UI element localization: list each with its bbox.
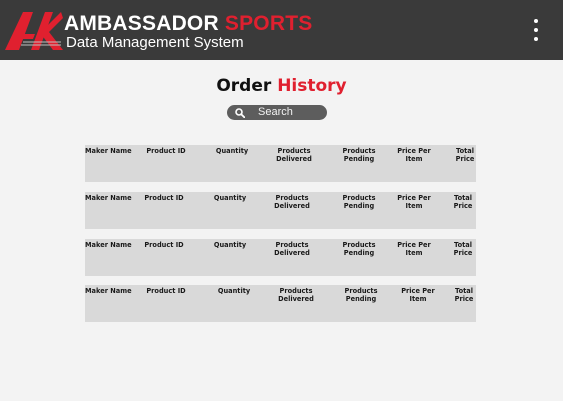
page-title-accent: History [277,76,347,96]
brand-accent: SPORTS [224,12,313,35]
price-per-item-label: Price Per Item [398,287,438,303]
total-price-label-line: Total [455,147,474,155]
quantity-label: Quantity [209,194,251,202]
products-pending-label-line: Products [344,287,378,295]
total-price-label: Total Price [451,147,479,163]
products-pending-label: Products Pending [337,194,381,210]
total-price-label-line: Price [454,295,474,303]
price-per-item-label-line: Item [409,295,427,303]
products-pending-label-line: Pending [345,295,377,303]
price-per-item-label-line: Item [405,202,423,210]
total-price-label-line: Total [453,194,472,202]
maker-name-label-line: Maker Name [85,194,132,202]
products-delivered-label-line: Delivered [276,155,312,163]
brand-name: AMBASSADOR SPORTS [64,13,312,35]
products-pending-label-line: Pending [343,249,375,257]
price-per-item-label: Price Per Item [394,241,434,257]
price-per-item-label: Price Per Item [394,194,434,210]
price-per-item-label-line: Item [405,155,423,163]
total-price-label-line: Price [453,202,473,210]
total-price-label-line: Total [453,241,472,249]
brand-tagline: Data Management System [66,34,244,51]
price-per-item-label-line: Price Per [397,147,431,155]
search-input[interactable] [258,105,318,120]
products-pending-label-line: Products [342,147,376,155]
products-pending-label-line: Pending [343,202,375,210]
products-delivered-label-line: Delivered [274,202,310,210]
search-bar[interactable] [227,105,327,120]
quantity-label: Quantity [213,287,255,295]
products-delivered-label-line: Delivered [274,249,310,257]
price-per-item-label: Price Per Item [394,147,434,163]
product-id-label: Product ID [143,147,189,155]
search-icon [235,107,245,118]
products-pending-label: Products Pending [337,241,381,257]
quantity-label-line: Quantity [213,241,247,249]
product-id-label: Product ID [143,287,189,295]
products-delivered-label: Products Delivered [272,147,316,163]
products-pending-label-line: Products [342,194,376,202]
brand-main: AMBASSADOR [64,12,219,35]
price-per-item-label-line: Price Per [397,194,431,202]
quantity-label-line: Quantity [217,287,251,295]
maker-name-label: Maker Name [85,147,135,155]
products-delivered-label-line: Products [277,147,311,155]
products-delivered-label: Products Delivered [274,287,318,303]
menu-dot [534,28,538,32]
products-delivered-label-line: Delivered [278,295,314,303]
maker-name-label-line: Maker Name [85,287,132,295]
product-id-label-line: Product ID [144,241,184,249]
products-delivered-label-line: Products [275,194,309,202]
maker-name-label-line: Maker Name [85,241,132,249]
products-pending-label: Products Pending [337,147,381,163]
order-row[interactable]: Maker Name Product ID Quantity Products Deli… [85,145,476,182]
page-title-main: Order [216,76,272,96]
maker-name-label: Maker Name [85,241,135,249]
order-row[interactable]: Maker Name Product ID Quantity Products Deli… [85,285,476,322]
product-id-label: Product ID [141,241,187,249]
maker-name-label: Maker Name [85,287,135,295]
products-delivered-label: Products Delivered [270,241,314,257]
products-delivered-label-line: Products [275,241,309,249]
products-pending-label-line: Pending [343,155,375,163]
menu-dot [534,37,538,41]
quantity-label-line: Quantity [215,147,249,155]
quantity-label-line: Quantity [213,194,247,202]
products-pending-label-line: Products [342,241,376,249]
product-id-label-line: Product ID [146,147,186,155]
price-per-item-label-line: Price Per [401,287,435,295]
products-delivered-label: Products Delivered [270,194,314,210]
order-row[interactable]: Maker Name Product ID Quantity Products Deli… [85,192,476,229]
quantity-label: Quantity [209,241,251,249]
price-per-item-label-line: Item [405,249,423,257]
total-price-label-line: Total [454,287,473,295]
total-price-label: Total Price [449,241,477,257]
page-title: Order History [0,76,563,96]
total-price-label-line: Price [453,249,473,257]
quantity-label: Quantity [211,147,253,155]
total-price-label: Total Price [450,287,478,303]
price-per-item-label-line: Price Per [397,241,431,249]
product-id-label: Product ID [141,194,187,202]
product-id-label-line: Product ID [144,194,184,202]
app-header: AMBASSADOR SPORTS Data Management System [0,0,563,60]
products-pending-label: Products Pending [339,287,383,303]
ambassador-logo-icon [5,12,63,50]
kebab-menu-button[interactable] [530,19,542,41]
maker-name-label: Maker Name [85,194,135,202]
maker-name-label-line: Maker Name [85,147,132,155]
menu-dot [534,19,538,23]
total-price-label-line: Price [455,155,475,163]
total-price-label: Total Price [449,194,477,210]
product-id-label-line: Product ID [146,287,186,295]
order-row[interactable]: Maker Name Product ID Quantity Products Deli… [85,239,476,276]
products-delivered-label-line: Products [279,287,313,295]
